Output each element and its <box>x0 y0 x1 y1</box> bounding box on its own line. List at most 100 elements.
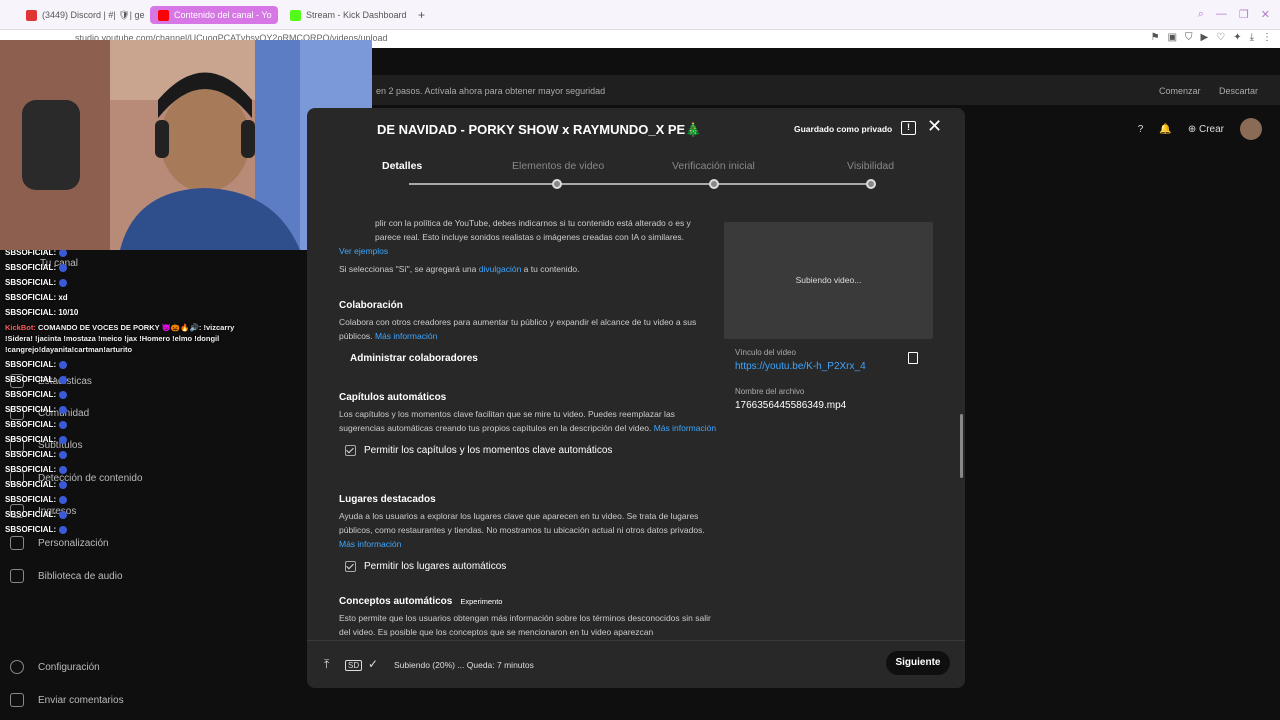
feedback-icon <box>10 693 24 707</box>
studio-header: ? 🔔 ⊕ Crear <box>1138 118 1262 140</box>
sidebar-item-feedback[interactable]: Enviar comentarios <box>10 693 124 707</box>
chat-message: SBSOFICIAL: <box>0 507 240 522</box>
checkbox-checked-icon <box>345 445 356 456</box>
emote-icon <box>59 495 68 504</box>
youtube-icon <box>158 9 169 21</box>
create-label: Crear <box>1198 123 1224 135</box>
filename-value: 1766356445586349.mp4 <box>735 400 847 411</box>
copy-icon[interactable] <box>908 352 918 364</box>
emote-icon <box>59 248 68 257</box>
chapters-heading: Capítulos automáticos <box>339 392 447 403</box>
video-link-label: Vínculo del video <box>735 348 796 357</box>
step-checks[interactable]: Verificación inicial <box>672 160 755 172</box>
download-icon[interactable]: ⤓ <box>1250 32 1254 43</box>
chat-message: SBSOFICIAL: <box>0 275 240 290</box>
chat-message: SBSOFICIAL: <box>0 417 240 432</box>
emote-icon <box>59 263 68 272</box>
new-tab-button[interactable]: + <box>410 6 430 24</box>
chat-message: SBSOFICIAL: <box>0 260 240 275</box>
chapters-section: Capítulos automáticos Los capítulos y lo… <box>339 392 719 456</box>
create-button[interactable]: ⊕ Crear <box>1188 124 1224 135</box>
emote-icon <box>59 360 68 369</box>
notifications-icon[interactable]: 🔔 <box>1159 124 1171 135</box>
close-icon[interactable]: ✕ <box>927 116 942 137</box>
sidebar-item-settings[interactable]: Configuración <box>10 660 100 674</box>
minimize-icon[interactable]: — <box>1216 8 1227 21</box>
chat-message: SBSOFICIAL: xd <box>5 293 68 302</box>
banner-start-button[interactable]: Comenzar <box>1159 86 1201 96</box>
emote-icon <box>59 435 68 444</box>
step-visibility[interactable]: Visibilidad <box>847 160 894 172</box>
audio-library-icon <box>10 569 24 583</box>
avatar[interactable] <box>1240 118 1262 140</box>
emote-icon <box>59 480 68 489</box>
tab-youtube-studio[interactable]: Contenido del canal - Yo <box>150 6 278 24</box>
emote-icon <box>59 278 68 287</box>
video-preview: Subiendo video... <box>724 222 933 339</box>
chat-message: SBSOFICIAL: <box>0 357 240 372</box>
video-link[interactable]: https://youtu.be/K-h_P2Xrx_4 <box>735 361 866 372</box>
disclosure-link[interactable]: divulgación <box>479 264 522 274</box>
chat-message: SBSOFICIAL: <box>0 492 240 507</box>
scrollbar[interactable] <box>960 414 963 478</box>
concepts-section: Conceptos automáticos Experimento Esto pe… <box>339 596 719 639</box>
help-icon[interactable]: ? <box>1138 124 1144 135</box>
places-section: Lugares destacados Ayuda a los usuarios … <box>339 494 719 572</box>
step-video-elements[interactable]: Elementos de video <box>512 160 604 172</box>
checkbox-checked-icon <box>345 561 356 572</box>
chat-message: SBSOFICIAL: <box>0 462 240 477</box>
concepts-heading: Conceptos automáticos Experimento <box>339 596 503 607</box>
chapters-more-info-link[interactable]: Más información <box>654 423 716 433</box>
concepts-text: Esto permite que los usuarios obtengan m… <box>339 613 711 637</box>
banner-dismiss-button[interactable]: Descartar <box>1219 86 1258 96</box>
menu-icon[interactable]: ⋮ <box>1262 32 1272 43</box>
emote-icon <box>59 465 68 474</box>
step-dot <box>866 179 876 189</box>
next-button[interactable]: Siguiente <box>886 651 950 675</box>
chat-message: SBSOFICIAL: <box>0 372 240 387</box>
close-window-icon[interactable]: ✕ <box>1261 8 1270 21</box>
experiment-badge: Experimento <box>460 597 503 606</box>
alert-icon[interactable]: ! <box>901 121 916 135</box>
collaboration-heading: Colaboración <box>339 300 403 311</box>
places-checkbox[interactable]: Permitir los lugares automáticos <box>345 561 719 572</box>
chat-message: SBSOFICIAL: <box>0 432 240 447</box>
chat-message: SBSOFICIAL: <box>0 477 240 492</box>
altered-content-section: plir con la política de YouTube, debes i… <box>339 216 719 276</box>
play-icon[interactable]: ▶ <box>1201 32 1209 43</box>
gear-icon <box>10 660 24 674</box>
restore-icon[interactable]: ❐ <box>1239 8 1249 21</box>
emote-icon <box>59 510 68 519</box>
filename-label: Nombre del archivo <box>735 387 805 396</box>
examples-link[interactable]: Ver ejemplos <box>339 246 388 256</box>
search-icon[interactable]: ⌕ <box>1198 8 1204 21</box>
chat-message: SBSOFICIAL: 10/10 <box>5 308 79 317</box>
manage-collaborators-button[interactable]: Administrar colaboradores <box>350 353 719 364</box>
step-details[interactable]: Detalles <box>382 160 422 172</box>
emote-icon <box>59 375 68 384</box>
collaboration-section: Colaboración Colabora con otros creadore… <box>339 300 719 364</box>
tab-discord[interactable]: (3449) Discord | #| 🛡| ge <box>18 6 146 24</box>
step-dot <box>709 179 719 189</box>
emote-icon <box>59 390 68 399</box>
chapters-checkbox[interactable]: Permitir los capítulos y los momentos cl… <box>345 445 719 456</box>
places-more-info-link[interactable]: Más información <box>339 539 401 549</box>
emote-icon <box>59 405 68 414</box>
puzzle-icon[interactable]: ✦ <box>1233 32 1241 43</box>
dialog-title: DE NAVIDAD - PORKY SHOW x RAYMUNDO_X PE🎄 <box>377 122 702 137</box>
sidebar-item-customization[interactable]: Personalización <box>10 536 109 550</box>
collab-more-info-link[interactable]: Más información <box>375 331 437 341</box>
stepper-track <box>409 183 871 185</box>
bookmark-icon[interactable]: ⚑ <box>1151 32 1160 43</box>
chat-message: SBSOFICIAL: <box>0 402 240 417</box>
tab-kick-dashboard[interactable]: Stream - Kick Dashboard <box>282 6 412 24</box>
browser-tab-bar: (3449) Discord | #| 🛡| ge Contenido del … <box>0 0 1280 30</box>
shield-icon[interactable]: ⛉ <box>1185 32 1193 43</box>
emote-icon <box>59 525 68 534</box>
sidebar-item-audio-library[interactable]: Biblioteca de audio <box>10 569 123 583</box>
heart-icon[interactable]: ♡ <box>1216 32 1225 43</box>
altered-content-text: plir con la política de YouTube, debes i… <box>375 218 691 242</box>
emote-icon <box>59 450 68 459</box>
extension-toolbar: ⚑ ▣ ⛉ ▶ ♡ ✦ ⤓ ⋮ <box>1151 32 1272 43</box>
screenshot-icon[interactable]: ▣ <box>1168 32 1177 43</box>
